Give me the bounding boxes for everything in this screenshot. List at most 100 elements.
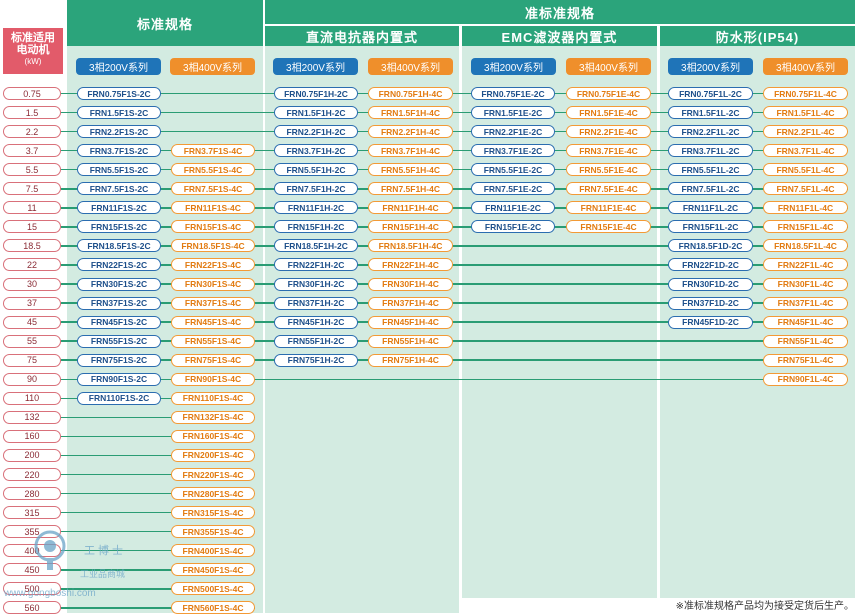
kw-label: 45 [3, 315, 61, 329]
dc-200v-series: 3相200V系列 [273, 58, 358, 75]
model-pill-emc200: FRN11F1E-2C [471, 201, 555, 215]
kw-label: 30 [3, 277, 61, 291]
model-pill-std400: FRN7.5F1S-4C [171, 182, 255, 196]
model-pill-dc400: FRN11F1H-4C [368, 201, 453, 215]
emc-200v-series: 3相200V系列 [471, 58, 556, 75]
footnote: ※准标准规格产品均为接受定货后生产。 [675, 601, 854, 612]
model-pill-std200: FRN7.5F1S-2C [77, 182, 161, 196]
model-pill-wp200: FRN2.2F1L-2C [668, 125, 753, 139]
kw-label: 220 [3, 468, 61, 481]
model-pill-std400: FRN3.7F1S-4C [171, 144, 255, 158]
model-pill-emc400: FRN7.5F1E-4C [566, 182, 651, 196]
model-pill-std400: FRN11F1S-4C [171, 201, 255, 215]
emc-400v-series: 3相400V系列 [566, 58, 651, 75]
model-pill-dc200: FRN45F1H-2C [274, 315, 358, 329]
model-pill-dc200: FRN15F1H-2C [274, 220, 358, 234]
model-pill-emc400: FRN15F1E-4C [566, 220, 651, 234]
model-pill-wp200: FRN15F1L-2C [668, 220, 753, 234]
model-pill-std200: FRN5.5F1S-2C [77, 163, 161, 177]
model-pill-std400: FRN355F1S-4C [171, 525, 255, 539]
model-pill-std200: FRN18.5F1S-2C [77, 239, 161, 253]
model-pill-std200: FRN22F1S-2C [77, 258, 161, 272]
model-pill-emc400: FRN11F1E-4C [566, 201, 651, 215]
model-pill-std400: FRN55F1S-4C [171, 334, 255, 348]
kw-label: 2.2 [3, 125, 61, 139]
model-pill-dc400: FRN7.5F1H-4C [368, 182, 453, 196]
model-pill-std200: FRN0.75F1S-2C [77, 87, 161, 100]
model-pill-dc200: FRN22F1H-2C [274, 258, 358, 272]
wp-400v-series: 3相400V系列 [763, 58, 848, 75]
kw-label: 22 [3, 258, 61, 272]
model-pill-wp400: FRN37F1L-4C [763, 296, 848, 310]
model-pill-dc400: FRN22F1H-4C [368, 258, 453, 272]
watermark-sub: 工业品商城 [80, 569, 126, 579]
model-pill-dc400: FRN37F1H-4C [368, 296, 453, 310]
watermark-url: www.gongboshi.com [4, 588, 96, 599]
kw-label: 18.5 [3, 239, 61, 253]
model-pill-std400: FRN45F1S-4C [171, 315, 255, 329]
model-pill-wp400: FRN90F1L-4C [763, 372, 848, 386]
header-semi-standard: 准标准规格 [265, 0, 855, 24]
model-pill-wp400: FRN18.5F1L-4C [763, 239, 848, 253]
model-pill-wp200: FRN0.75F1L-2C [668, 87, 753, 100]
model-pill-dc200: FRN7.5F1H-2C [274, 182, 358, 196]
model-pill-std400: FRN200F1S-4C [171, 448, 255, 462]
model-pill-std400: FRN400F1S-4C [171, 544, 255, 558]
model-pill-std200: FRN2.2F1S-2C [77, 125, 161, 139]
model-pill-emc200: FRN5.5F1E-2C [471, 163, 555, 177]
model-pill-std400: FRN560F1S-4C [171, 601, 255, 614]
model-pill-wp200: FRN37F1D-2C [668, 296, 753, 310]
kw-label: 0.75 [3, 87, 61, 100]
model-pill-dc400: FRN15F1H-4C [368, 220, 453, 234]
model-pill-emc200: FRN3.7F1E-2C [471, 144, 555, 158]
model-pill-wp400: FRN75F1L-4C [763, 353, 848, 367]
kw-label: 11 [3, 201, 61, 215]
model-pill-std200: FRN37F1S-2C [77, 296, 161, 310]
model-pill-wp200: FRN7.5F1L-2C [668, 182, 753, 196]
model-pill-std200: FRN55F1S-2C [77, 334, 161, 348]
model-pill-dc200: FRN11F1H-2C [274, 201, 358, 215]
model-pill-std200: FRN15F1S-2C [77, 220, 161, 234]
model-pill-std400: FRN160F1S-4C [171, 429, 255, 443]
model-pill-wp400: FRN15F1L-4C [763, 220, 848, 234]
model-pill-wp400: FRN11F1L-4C [763, 201, 848, 215]
model-pill-wp400: FRN30F1L-4C [763, 277, 848, 291]
motor-kw-title-line2: 电动机 [16, 44, 50, 56]
kw-label: 15 [3, 220, 61, 234]
model-pill-std400: FRN15F1S-4C [171, 220, 255, 234]
kw-label: 200 [3, 448, 61, 462]
model-pill-std400: FRN450F1S-4C [171, 563, 255, 577]
model-pill-emc400: FRN5.5F1E-4C [566, 163, 651, 177]
model-pill-dc400: FRN1.5F1H-4C [368, 106, 453, 120]
model-pill-wp200: FRN22F1D-2C [668, 258, 753, 272]
model-pill-dc200: FRN37F1H-2C [274, 296, 358, 310]
model-pill-emc200: FRN2.2F1E-2C [471, 125, 555, 139]
kw-label: 110 [3, 391, 61, 405]
model-pill-dc200: FRN0.75F1H-2C [274, 87, 358, 100]
model-pill-wp200: FRN11F1L-2C [668, 201, 753, 215]
model-pill-std400: FRN5.5F1S-4C [171, 163, 255, 177]
model-pill-wp400: FRN0.75F1L-4C [763, 87, 848, 100]
model-pill-dc200: FRN75F1H-2C [274, 353, 358, 367]
kw-label: 315 [3, 506, 61, 520]
model-pill-std200: FRN45F1S-2C [77, 315, 161, 329]
kw-label: 132 [3, 410, 61, 424]
model-pill-std200: FRN30F1S-2C [77, 277, 161, 291]
model-pill-emc200: FRN7.5F1E-2C [471, 182, 555, 196]
motor-kw-unit: (kW) [24, 57, 42, 66]
kw-label: 280 [3, 487, 61, 501]
kw-label: 7.5 [3, 182, 61, 196]
model-pill-std400: FRN18.5F1S-4C [171, 239, 255, 253]
model-pill-std400: FRN315F1S-4C [171, 506, 255, 520]
kw-label: 55 [3, 334, 61, 348]
model-pill-std400: FRN30F1S-4C [171, 277, 255, 291]
model-pill-dc200: FRN55F1H-2C [274, 334, 358, 348]
motor-kw-title-line1: 标准适用 [11, 32, 55, 44]
model-pill-emc400: FRN0.75F1E-4C [566, 87, 651, 100]
watermark-logo-icon [34, 530, 66, 570]
model-pill-std200: FRN3.7F1S-2C [77, 144, 161, 158]
model-pill-wp400: FRN5.5F1L-4C [763, 163, 848, 177]
model-pill-wp400: FRN7.5F1L-4C [763, 182, 848, 196]
model-pill-dc200: FRN30F1H-2C [274, 277, 358, 291]
model-pill-std200: FRN75F1S-2C [77, 353, 161, 367]
